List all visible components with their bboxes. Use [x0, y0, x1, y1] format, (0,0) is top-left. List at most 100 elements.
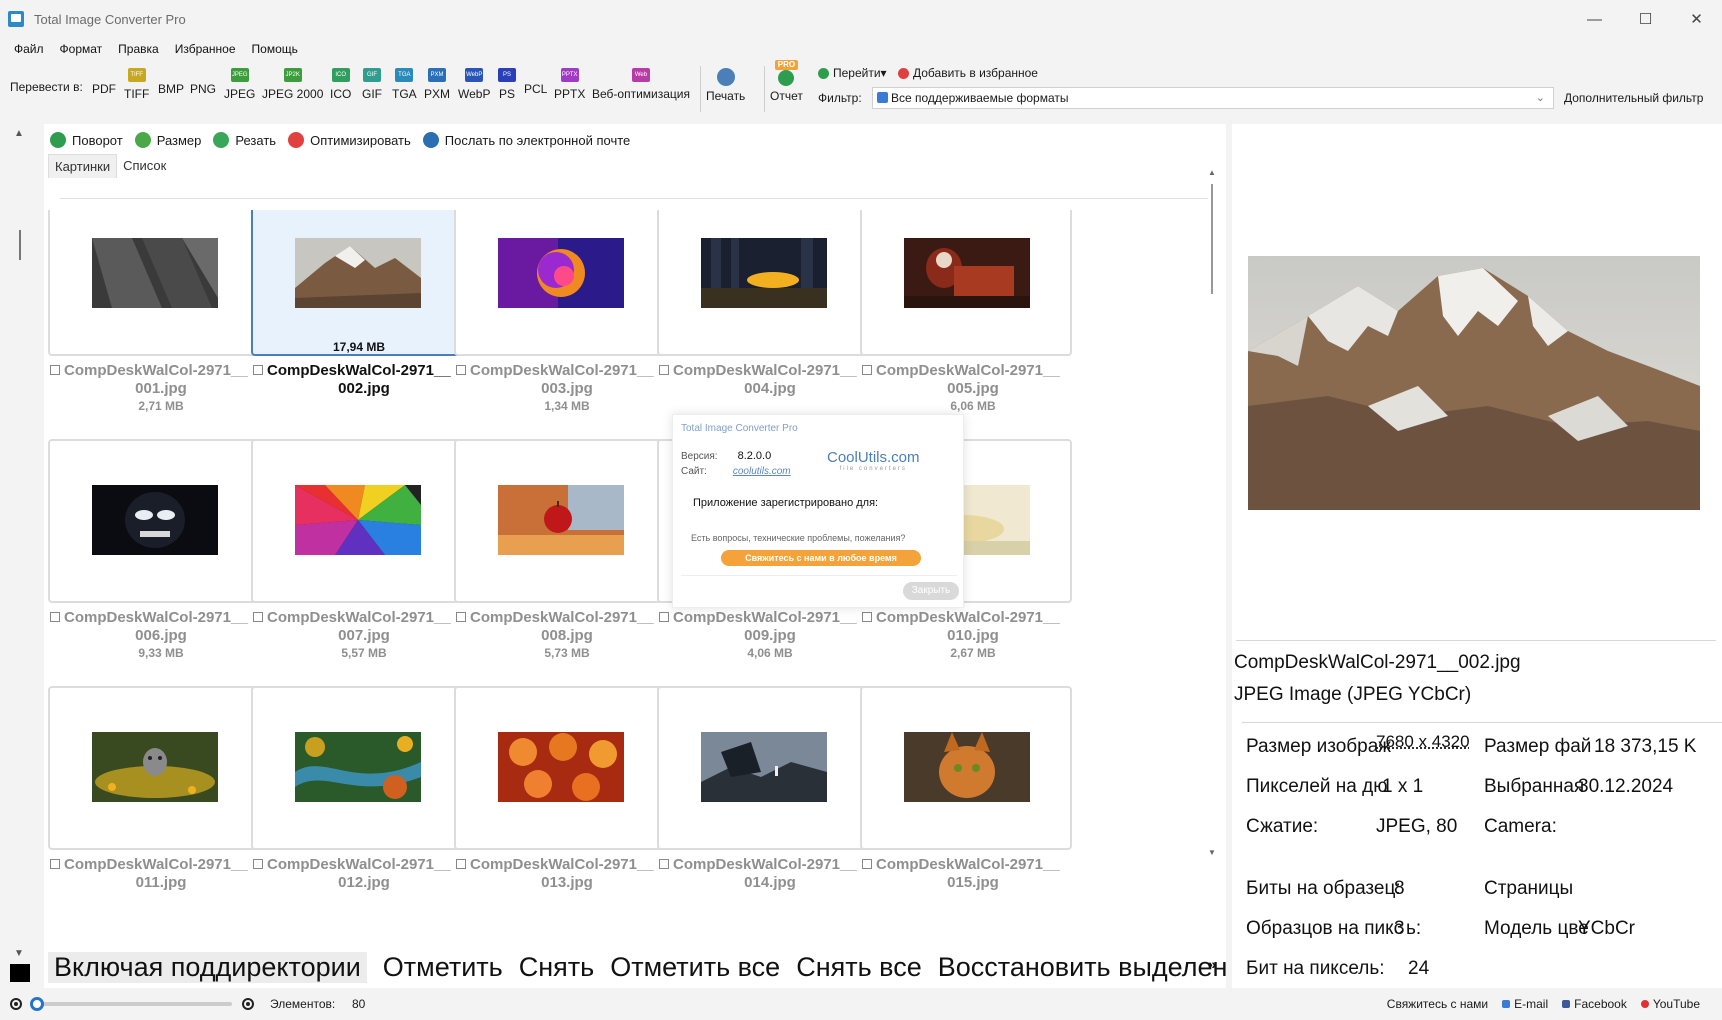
grid-scrollbar[interactable]: ▲ ▼ [1206, 168, 1218, 858]
convert-ps-button[interactable]: PS PS [498, 68, 516, 101]
convert-png-button[interactable]: PNG [190, 82, 216, 96]
thumbnail-frame[interactable] [454, 210, 666, 356]
thumbnail-frame[interactable] [251, 439, 463, 603]
contact-us-button[interactable]: Свяжитесь с нами в любое время [721, 550, 921, 566]
thumbnail-checkbox[interactable] [253, 365, 263, 375]
convert-jpeg-button[interactable]: JPEG JPEG [224, 68, 255, 101]
menu-file[interactable]: Файл [6, 42, 52, 56]
menu-edit[interactable]: Правка [110, 42, 167, 56]
thumbnail-frame[interactable] [48, 686, 260, 850]
scroll-down-icon[interactable]: ▼ [1208, 848, 1216, 857]
tab-list[interactable]: Список [117, 154, 172, 178]
thumbnail-checkbox[interactable] [862, 859, 872, 869]
thumbnail-checkbox[interactable] [862, 365, 872, 375]
registered-text: Приложение зарегистрировано для: [693, 497, 879, 509]
uncheck-button[interactable]: Снять [519, 952, 594, 983]
scroll-thumb[interactable] [19, 230, 21, 260]
thumbnail-checkbox[interactable] [862, 612, 872, 622]
extra-filter-link[interactable]: Дополнительный фильтр [1564, 91, 1703, 105]
convert-jpeg-2000-button[interactable]: JP2K JPEG 2000 [262, 68, 323, 101]
optimize-button[interactable]: Оптимизировать [288, 132, 411, 148]
minimize-button[interactable]: — [1569, 0, 1620, 38]
convert-веб-оптимизация-button[interactable]: Web Веб-оптимизация [592, 68, 690, 101]
file-size: 5,73 MB [544, 646, 590, 660]
thumbnail-checkbox[interactable] [659, 612, 669, 622]
format-label: PXM [424, 87, 451, 101]
color-swatch[interactable] [10, 964, 30, 982]
thumbnail-checkbox[interactable] [253, 612, 263, 622]
thumbnail-frame[interactable] [251, 686, 463, 850]
scroll-thumb[interactable] [1211, 184, 1213, 294]
thumbnail-checkbox[interactable] [253, 859, 263, 869]
maximize-button[interactable]: ☐ [1620, 0, 1671, 38]
thumbnail-frame[interactable] [860, 210, 1072, 356]
scroll-up-icon[interactable]: ▲ [1208, 168, 1216, 177]
thumbnail-frame[interactable] [657, 686, 869, 850]
check-button[interactable]: Отметить [383, 952, 503, 983]
thumbnail-checkbox[interactable] [659, 365, 669, 375]
slider-knob[interactable] [30, 997, 44, 1011]
facebook-link[interactable]: Facebook [1562, 997, 1627, 1011]
more-chevron-icon[interactable]: » [1208, 956, 1216, 972]
thumbnail-frame[interactable] [48, 210, 260, 356]
convert-pxm-button[interactable]: PXM PXM [424, 68, 450, 101]
compression-value: JPEG, 80 [1376, 816, 1458, 837]
thumbnail-frame[interactable] [860, 686, 1072, 850]
email-icon [1502, 1000, 1511, 1008]
convert-gif-button[interactable]: GIF GIF [362, 68, 382, 101]
about-close-button[interactable]: Закрыть [903, 582, 959, 600]
toolbar: Перевести в: PDF TIFF TIFF BMP PNG JPEG JPEG JP… [0, 60, 1722, 118]
include-subdirs-button[interactable]: Включая поддиректории [48, 951, 367, 983]
convert-tga-button[interactable]: TGA TGA [392, 68, 417, 101]
thumbnail-frame[interactable] [454, 686, 666, 850]
thumbnail-frame[interactable] [454, 439, 666, 603]
thumbnail-frame[interactable]: 17,94 MB [251, 210, 463, 356]
thumbnail-frame[interactable] [48, 439, 260, 603]
add-favorite-button[interactable]: Добавить в избранное [898, 66, 1038, 80]
thumbnail-size-slider[interactable] [30, 997, 232, 1011]
title-bar: Total Image Converter Pro — ☐ ✕ [0, 0, 1722, 38]
convert-tiff-button[interactable]: TIFF TIFF [124, 68, 149, 101]
divider [1236, 640, 1716, 641]
zoom-in-icon[interactable] [242, 998, 254, 1010]
thumbnail-checkbox[interactable] [456, 612, 466, 622]
tab-pictures[interactable]: Картинки [48, 154, 118, 178]
rotate-button[interactable]: Поворот [50, 132, 123, 148]
convert-pdf-button[interactable]: PDF [92, 82, 116, 96]
youtube-link[interactable]: YouTube [1640, 997, 1700, 1011]
menu-help[interactable]: Помощь [244, 42, 306, 56]
thumbnail-checkbox[interactable] [50, 612, 60, 622]
format-icon: JPEG [230, 68, 249, 82]
crop-button[interactable]: Резать [213, 132, 276, 148]
thumbnail-frame[interactable] [657, 210, 869, 356]
convert-bmp-button[interactable]: BMP [158, 82, 184, 96]
scroll-down-icon[interactable]: ▼ [14, 948, 24, 959]
crop-label: Резать [235, 132, 277, 148]
thumbnail-checkbox[interactable] [456, 365, 466, 375]
send-email-button[interactable]: Послать по электронной почте [422, 132, 630, 148]
menu-favorites[interactable]: Избранное [167, 42, 244, 56]
print-button[interactable]: Печать [706, 68, 745, 103]
resize-button[interactable]: Размер [134, 132, 201, 148]
thumbnail-checkbox[interactable] [50, 859, 60, 869]
check-all-button[interactable]: Отметить все [610, 952, 780, 983]
thumbnail-checkbox[interactable] [659, 859, 669, 869]
menu-format[interactable]: Формат [52, 42, 111, 56]
convert-pptx-button[interactable]: PPTX PPTX [554, 68, 585, 101]
contact-us-link[interactable]: Свяжитесь с нами [1387, 997, 1488, 1011]
convert-pcl-button[interactable]: PCL [524, 82, 547, 96]
convert-webp-button[interactable]: WebP WebP [458, 68, 490, 101]
report-button[interactable]: PRO Отчет [770, 60, 803, 103]
close-button[interactable]: ✕ [1671, 0, 1722, 38]
filter-select[interactable]: Все поддерживаемые форматы ⌄ [872, 87, 1554, 109]
thumbnail-checkbox[interactable] [456, 859, 466, 869]
scroll-up-icon[interactable]: ▲ [14, 128, 24, 139]
uncheck-all-button[interactable]: Снять все [796, 952, 922, 983]
site-link[interactable]: coolutils.com [733, 466, 791, 477]
zoom-out-icon[interactable] [10, 998, 22, 1010]
goto-button[interactable]: Перейти▾ [818, 66, 887, 80]
convert-ico-button[interactable]: ICO ICO [330, 68, 351, 101]
email-link[interactable]: E-mail [1502, 997, 1548, 1011]
thumbnail-checkbox[interactable] [50, 365, 60, 375]
contact-us-label: Свяжитесь с нами [1386, 997, 1489, 1011]
